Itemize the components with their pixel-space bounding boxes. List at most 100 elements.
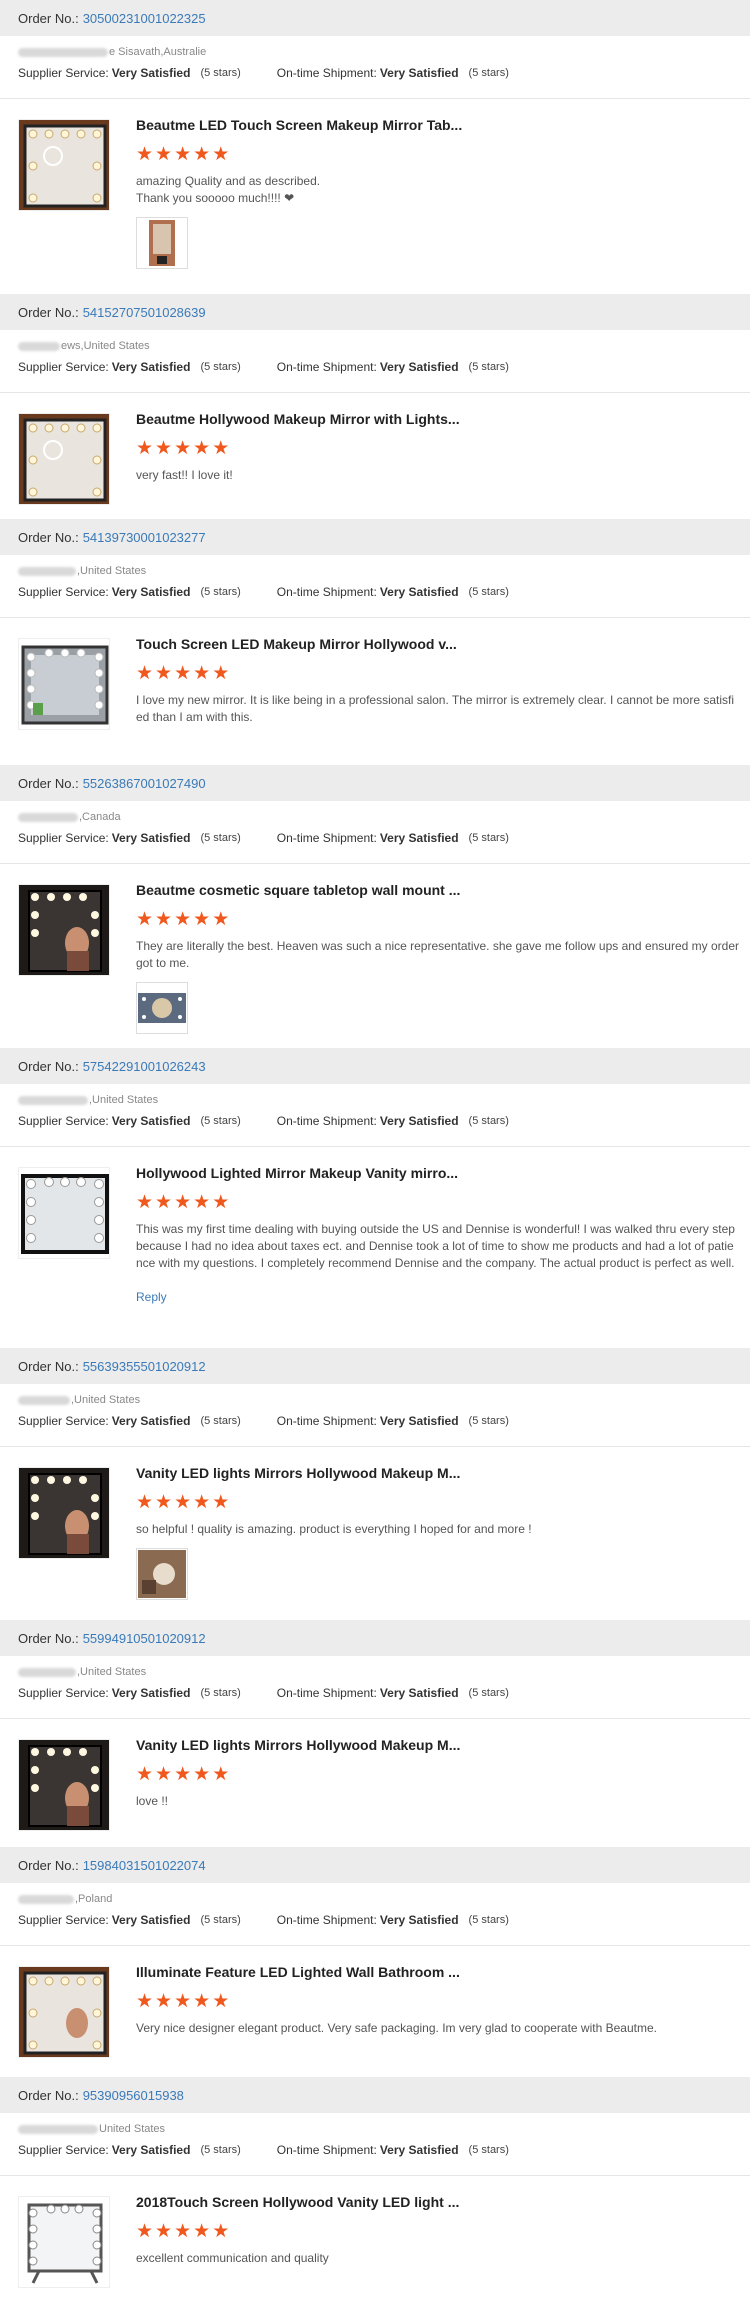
review-block: Order No.: 57542291001026243 ,United Sta… (0, 1048, 750, 1348)
ratings-row: Supplier Service: Very Satisfied (5 stars)… (18, 66, 509, 80)
star-icon: ★ (193, 663, 211, 684)
product-thumbnail[interactable] (18, 884, 110, 976)
star-icon: ★ (212, 144, 230, 165)
ratings-row: Supplier Service: Very Satisfied (5 stars)… (18, 1686, 509, 1700)
buyer-name: ,United States (18, 1092, 732, 1108)
order-number-link[interactable]: 55639355501020912 (83, 1359, 206, 1374)
product-title-link[interactable]: Touch Screen LED Makeup Mirror Hollywood… (136, 636, 740, 658)
product-thumbnail[interactable] (18, 638, 110, 730)
reply-link[interactable]: Reply (136, 1290, 740, 1304)
buyer-name: ,United States (18, 563, 732, 579)
star-rating: ★ ★ ★ ★ ★ (136, 1765, 740, 1787)
review-content: 2018Touch Screen Hollywood Vanity LED li… (136, 2194, 740, 2267)
review-content: Vanity LED lights Mirrors Hollywood Make… (136, 1465, 740, 1600)
product-title-link[interactable]: Beautme LED Touch Screen Makeup Mirror T… (136, 117, 740, 139)
product-title-link[interactable]: Hollywood Lighted Mirror Makeup Vanity m… (136, 1165, 740, 1187)
order-number-link[interactable]: 15984031501022074 (83, 1858, 206, 1873)
order-number-link[interactable]: 3050023100102232​5 (83, 11, 206, 26)
product-thumbnail[interactable] (18, 1467, 110, 1559)
star-rating: ★ ★ ★ ★ ★ (136, 664, 740, 686)
buyer-meta: United States Supplier Service: Very Sati… (0, 2113, 750, 2176)
star-rating: ★ ★ ★ ★ ★ (136, 439, 740, 461)
buyer-name: ,United States (18, 1392, 732, 1408)
star-icon: ★ (174, 1492, 192, 1513)
order-number-link[interactable]: 57542291001026243 (83, 1059, 206, 1074)
review-block: Order No.: 15984031501022074 ,Poland Sup… (0, 1847, 750, 2077)
buyer-name: ,Poland (18, 1891, 732, 1907)
product-thumbnail[interactable] (18, 1167, 110, 1259)
star-icon: ★ (155, 663, 173, 684)
order-number-link[interactable]: 55994910501020912 (83, 1631, 206, 1646)
review-content: Hollywood Lighted Mirror Makeup Vanity m… (136, 1165, 740, 1304)
product-thumbnail[interactable] (18, 119, 110, 211)
order-number-link[interactable]: 54152707501028639 (83, 305, 206, 320)
review-text: This was my first time dealing with buyi… (136, 1222, 735, 1270)
star-rating: ★ ★ ★ ★ ★ (136, 1193, 740, 1215)
review-block: Order No.: 55994910501020912 ,United Sta… (0, 1620, 750, 1847)
review-body: Hollywood Lighted Mirror Makeup Vanity m… (0, 1147, 750, 1348)
buyer-meta: ,United States Supplier Service: Very Sat… (0, 1656, 750, 1719)
ratings-row: Supplier Service: Very Satisfied (5 stars)… (18, 2143, 509, 2157)
star-rating: ★ ★ ★ ★ ★ (136, 2222, 740, 2244)
star-icon: ★ (174, 909, 192, 930)
star-icon: ★ (155, 1991, 173, 2012)
review-text: excellent communication and quality (136, 2251, 329, 2265)
star-rating: ★ ★ ★ ★ ★ (136, 1493, 740, 1515)
star-icon: ★ (193, 1492, 211, 1513)
star-icon: ★ (155, 438, 173, 459)
product-title-link[interactable]: Vanity LED lights Mirrors Hollywood Make… (136, 1465, 740, 1487)
star-icon: ★ (174, 1192, 192, 1213)
ratings-row: Supplier Service: Very Satisfied (5 stars)… (18, 585, 509, 599)
review-photo[interactable] (136, 982, 188, 1034)
order-bar: Order No.: 55639355501020912 (0, 1348, 750, 1384)
supplier-rating: Very Satisfied (111, 66, 191, 80)
order-bar: Order No.: 95390956015938 (0, 2077, 750, 2113)
product-thumbnail[interactable] (18, 413, 110, 505)
star-icon: ★ (136, 1192, 154, 1213)
buyer-meta: ,Canada Supplier Service: Very Satisfied(… (0, 801, 750, 864)
product-title-link[interactable]: Beautme Hollywood Makeup Mirror with Lig… (136, 411, 740, 433)
star-icon: ★ (136, 438, 154, 459)
order-bar: Order No.: 57542291001026243 (0, 1048, 750, 1084)
star-rating: ★ ★ ★ ★ ★ (136, 145, 740, 167)
star-icon: ★ (136, 909, 154, 930)
order-number-link[interactable]: 95390956015938 (83, 2088, 184, 2103)
order-bar: Order No.: 3050023100102232​5 (0, 0, 750, 36)
review-content: Touch Screen LED Makeup Mirror Hollywood… (136, 636, 740, 726)
product-title-link[interactable]: 2018Touch Screen Hollywood Vanity LED li… (136, 2194, 740, 2216)
product-thumbnail[interactable] (18, 2196, 110, 2288)
star-icon: ★ (174, 1991, 192, 2012)
star-icon: ★ (136, 1764, 154, 1785)
star-rating: ★ ★ ★ ★ ★ (136, 1992, 740, 2014)
star-icon: ★ (212, 1991, 230, 2012)
star-icon: ★ (212, 2221, 230, 2242)
star-rating: ★ ★ ★ ★ ★ (136, 910, 740, 932)
review-body: Touch Screen LED Makeup Mirror Hollywood… (0, 618, 750, 765)
product-title-link[interactable]: Beautme cosmetic square tabletop wall mo… (136, 882, 740, 904)
order-number-link[interactable]: 55263867001027490 (83, 776, 206, 791)
buyer-name: United States (18, 2121, 732, 2137)
star-icon: ★ (155, 1492, 173, 1513)
product-thumbnail[interactable] (18, 1739, 110, 1831)
product-title-link[interactable]: Vanity LED lights Mirrors Hollywood Make… (136, 1737, 740, 1759)
star-icon: ★ (136, 663, 154, 684)
review-block: Order No.: 3050023100102232​5 e Sisavath… (0, 0, 750, 294)
ratings-row: Supplier Service: Very Satisfied (5 stars)… (18, 360, 509, 374)
product-thumbnail[interactable] (18, 1966, 110, 2058)
review-photo[interactable] (136, 217, 188, 269)
star-icon: ★ (193, 1192, 211, 1213)
star-icon: ★ (155, 1192, 173, 1213)
product-title-link[interactable]: Illuminate Feature LED Lighted Wall Bath… (136, 1964, 740, 1986)
star-icon: ★ (193, 1764, 211, 1785)
star-icon: ★ (155, 909, 173, 930)
star-icon: ★ (155, 2221, 173, 2242)
review-photo[interactable] (136, 1548, 188, 1600)
star-icon: ★ (136, 144, 154, 165)
star-icon: ★ (174, 2221, 192, 2242)
star-icon: ★ (193, 1991, 211, 2012)
order-number-link[interactable]: 54139730001023277 (83, 530, 206, 545)
review-text: I love my new mirror. It is like being i… (136, 693, 735, 724)
buyer-meta: ,United States Supplier Service: Very Sat… (0, 555, 750, 618)
buyer-meta: ews,United States Supplier Service: Very … (0, 330, 750, 393)
star-icon: ★ (155, 144, 173, 165)
